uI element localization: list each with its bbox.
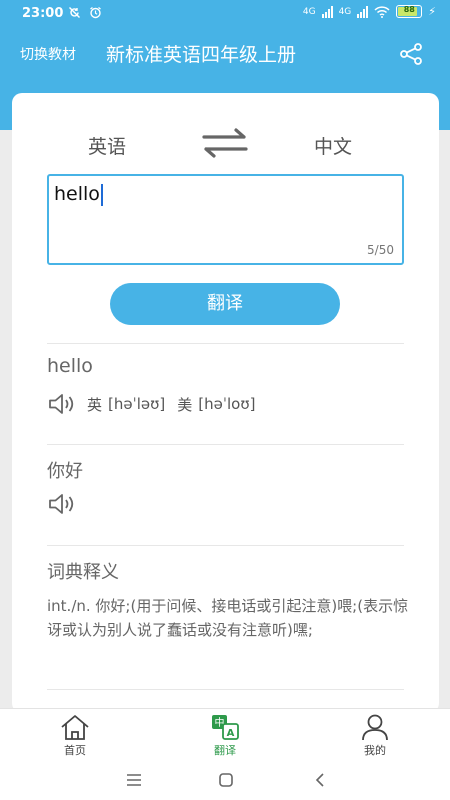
network-type-2: 4G (338, 6, 352, 17)
wifi-icon (374, 5, 390, 18)
us-phonetic: [həˈloʊ] (198, 395, 256, 413)
system-nav-bar (0, 760, 450, 800)
translate-icon: 中 A (212, 715, 239, 740)
bottom-nav: 首页 中 A 翻译 我的 (0, 708, 450, 760)
divider (47, 444, 404, 445)
back-icon[interactable] (310, 770, 330, 790)
battery-level: 88 (403, 5, 415, 14)
speaker-icon[interactable] (47, 492, 77, 516)
signal-icon (321, 5, 333, 18)
result-word: hello (47, 355, 93, 377)
network-type-1: 4G (302, 6, 316, 17)
nav-item-translate[interactable]: 中 A 翻译 (185, 713, 265, 758)
source-language-button[interactable]: 英语 (88, 132, 126, 159)
translate-card: 英语 中文 hello 5/50 翻译 hello 英 [həˈləʊ] 美 [… (12, 93, 439, 713)
nav-label-profile: 我的 (364, 744, 386, 757)
status-left-icons (68, 5, 102, 19)
dictionary-title: 词典释义 (47, 562, 119, 583)
translate-button[interactable]: 翻译 (110, 283, 340, 325)
home-button-icon[interactable] (216, 770, 236, 790)
phonetic-row: 英 [həˈləʊ] 美 [həˈloʊ] (47, 391, 255, 417)
divider (47, 689, 404, 690)
speaker-icon[interactable] (47, 392, 77, 416)
translate-input[interactable]: hello 5/50 (47, 174, 404, 265)
sync-off-icon (69, 7, 80, 18)
result-meaning: 你好 (47, 461, 83, 482)
home-icon (61, 715, 89, 740)
language-selector: 英语 中文 (12, 123, 439, 163)
divider (47, 545, 404, 546)
status-bar: 23:00 4G 4G 88 ⚡ (0, 0, 450, 28)
nav-label-home: 首页 (64, 744, 86, 757)
alarm-icon (89, 6, 101, 19)
share-icon[interactable] (398, 42, 424, 66)
page-title: 新标准英语四年级上册 (106, 44, 297, 66)
nav-label-translate: 翻译 (214, 744, 236, 757)
menu-icon[interactable] (124, 770, 144, 790)
status-right: 4G 4G 88 ⚡ (303, 5, 436, 18)
signal-icon-2 (357, 5, 369, 18)
switch-textbook-button[interactable]: 切换教材 (20, 44, 76, 64)
charging-icon: ⚡ (428, 5, 436, 18)
nav-item-home[interactable]: 首页 (35, 713, 115, 758)
divider (47, 343, 404, 344)
status-time: 23:00 (22, 6, 64, 21)
uk-phonetic: [həˈləʊ] (108, 395, 166, 413)
input-value[interactable]: hello (54, 183, 103, 206)
text-caret (100, 183, 103, 206)
nav-item-profile[interactable]: 我的 (335, 713, 415, 758)
dictionary-text: int./n. 你好;(用于问候、接电话或引起注意)喂;(表示惊讶或认为别人说了… (47, 597, 409, 639)
us-label: 美 (177, 395, 193, 414)
user-icon (362, 714, 388, 741)
target-language-button[interactable]: 中文 (314, 132, 352, 159)
uk-label: 英 (87, 395, 103, 414)
app-header: 切换教材 新标准英语四年级上册 (0, 34, 450, 72)
battery-icon: 88 (396, 5, 423, 18)
svg-text:A: A (227, 728, 235, 739)
swap-arrows-icon[interactable] (200, 125, 250, 161)
char-count: 5/50 (367, 243, 394, 257)
